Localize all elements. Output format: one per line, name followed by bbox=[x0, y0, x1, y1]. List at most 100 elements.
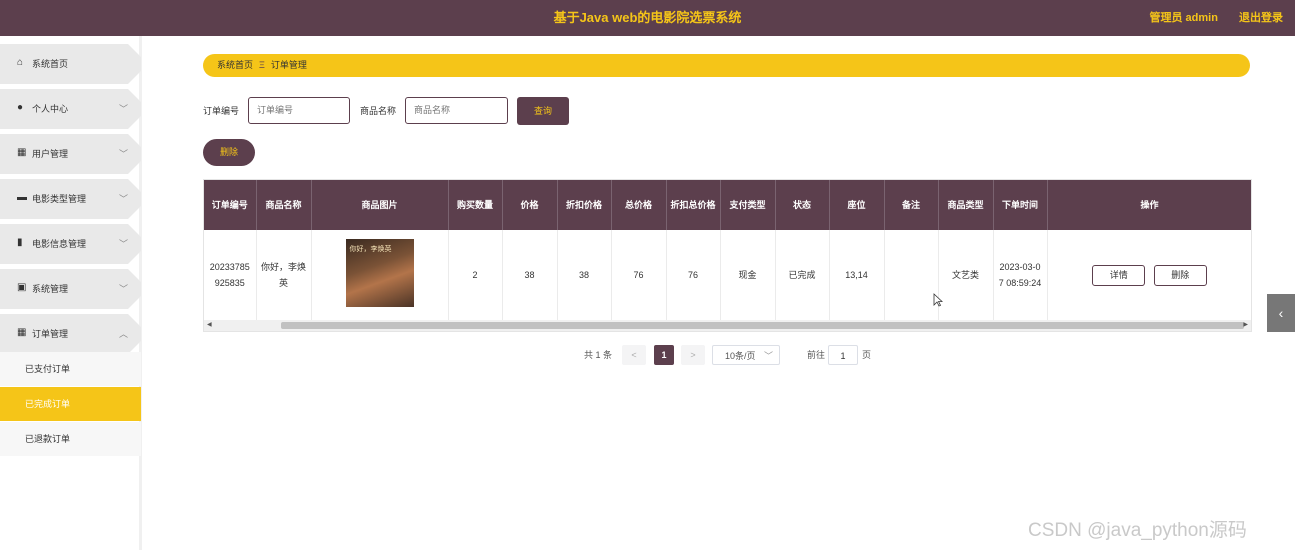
sidebar-item-label: 用户管理 bbox=[32, 149, 69, 159]
mouse-cursor-icon bbox=[933, 293, 943, 307]
prev-page-button[interactable]: < bbox=[622, 345, 646, 365]
sidebar-item-personal-center[interactable]: ● 个人中心 ﹀ bbox=[0, 89, 141, 129]
sidebar-item-label: 个人中心 bbox=[32, 104, 69, 114]
collapse-panel-button[interactable]: ‹ bbox=[1267, 294, 1295, 332]
sidebar: ⌂ 系统首页 ● 个人中心 ﹀ ▦ 用户管理 ﹀ ▬ 电影类型管理 ﹀ ▮ 电影… bbox=[0, 36, 142, 550]
detail-button[interactable]: 详情 bbox=[1092, 264, 1146, 286]
col-header: 商品名称 bbox=[256, 180, 312, 230]
col-header: 备注 bbox=[884, 180, 939, 230]
breadcrumb-separator-icon: Ξ bbox=[259, 60, 265, 70]
breadcrumb: 系统首页 Ξ 订单管理 bbox=[203, 54, 1250, 77]
sidebar-item-home[interactable]: ⌂ 系统首页 bbox=[0, 44, 141, 84]
sidebar-item-system[interactable]: ▣ 系统管理 ﹀ bbox=[0, 269, 141, 309]
sidebar-item-label: 订单管理 bbox=[32, 329, 69, 339]
cell-order-no: 20233785925835 bbox=[204, 230, 257, 320]
watermark: CSDN @java_python源码 bbox=[1028, 520, 1247, 541]
product-name-input[interactable] bbox=[414, 105, 499, 115]
table-row: 20233785925835 你好，李焕英 你好，李焕英 2 38 38 76 … bbox=[204, 230, 1251, 320]
scrollbar-thumb[interactable] bbox=[281, 322, 1244, 329]
col-header: 总价格 bbox=[611, 180, 667, 230]
chevron-down-icon: ﹀ bbox=[119, 284, 129, 294]
orders-table: 订单编号 商品名称 商品图片 购买数量 价格 折扣价格 总价格 折扣总价格 支付… bbox=[203, 179, 1252, 332]
user-icon: ● bbox=[17, 102, 24, 113]
page-size-select[interactable]: 10条/页 ﹀ bbox=[712, 345, 780, 365]
goto-suffix: 页 bbox=[862, 350, 872, 360]
cell-product-image: 你好，李焕英 bbox=[311, 230, 449, 320]
col-header: 购买数量 bbox=[448, 180, 503, 230]
cell-product-name: 你好，李焕英 bbox=[256, 230, 312, 320]
product-name-label: 商品名称 bbox=[360, 106, 397, 116]
logout-link[interactable]: 退出登录 bbox=[1239, 12, 1283, 24]
chevron-up-icon: ︿ bbox=[119, 329, 129, 339]
order-number-label: 订单编号 bbox=[203, 106, 240, 116]
bar-chart-icon: ▮ bbox=[17, 237, 23, 248]
sidebar-item-label: 电影信息管理 bbox=[32, 239, 87, 249]
top-header: 基于Java web的电影院选票系统 管理员 admin 退出登录 bbox=[0, 0, 1295, 36]
sidebar-item-label: 系统首页 bbox=[32, 59, 69, 69]
scroll-left-icon[interactable]: ◀ bbox=[207, 320, 212, 331]
sidebar-subitem-refunded-orders[interactable]: 已退款订单 bbox=[0, 422, 141, 456]
poster-title: 你好，李焕英 bbox=[349, 245, 392, 253]
col-header: 订单编号 bbox=[204, 180, 257, 230]
grid-icon: ▦ bbox=[17, 147, 27, 158]
sidebar-item-movie-info[interactable]: ▮ 电影信息管理 ﹀ bbox=[0, 224, 141, 264]
col-header: 折扣总价格 bbox=[666, 180, 721, 230]
sidebar-subitem-completed-orders[interactable]: 已完成订单 bbox=[0, 387, 141, 421]
cell-order-time: 2023-03-07 08:59:24 bbox=[993, 230, 1048, 320]
page-number-current[interactable]: 1 bbox=[654, 345, 674, 365]
col-header: 状态 bbox=[775, 180, 830, 230]
horizontal-scrollbar[interactable]: ◀ ▶ bbox=[204, 320, 1251, 331]
order-number-input[interactable] bbox=[257, 105, 342, 115]
cell-actions: 详情 删除 bbox=[1047, 230, 1251, 320]
pagination-total: 共 1 条 bbox=[584, 350, 613, 360]
cell-remark bbox=[884, 230, 939, 320]
product-name-field[interactable] bbox=[405, 97, 508, 124]
cell-discount-total: 76 bbox=[666, 230, 721, 320]
col-header: 下单时间 bbox=[993, 180, 1048, 230]
breadcrumb-home[interactable]: 系统首页 bbox=[217, 60, 253, 70]
cell-status: 已完成 bbox=[775, 230, 830, 320]
next-page-button[interactable]: > bbox=[681, 345, 705, 365]
cell-product-type: 文艺类 bbox=[938, 230, 994, 320]
row-delete-button[interactable]: 删除 bbox=[1153, 264, 1207, 286]
chevron-down-icon: ﹀ bbox=[763, 351, 773, 361]
goto-label: 前往 bbox=[807, 350, 826, 360]
order-number-field[interactable] bbox=[248, 97, 350, 124]
table-header-row: 订单编号 商品名称 商品图片 购买数量 价格 折扣价格 总价格 折扣总价格 支付… bbox=[204, 180, 1251, 230]
search-button[interactable]: 查询 bbox=[517, 97, 569, 125]
cell-price: 38 bbox=[502, 230, 558, 320]
batch-delete-button[interactable]: 删除 bbox=[203, 139, 255, 166]
chevron-down-icon: ﹀ bbox=[119, 239, 129, 249]
col-header: 支付类型 bbox=[720, 180, 776, 230]
chevron-down-icon: ﹀ bbox=[119, 194, 129, 204]
home-icon: ⌂ bbox=[17, 57, 24, 68]
cell-discount-price: 38 bbox=[557, 230, 612, 320]
cell-pay-type: 现金 bbox=[720, 230, 776, 320]
scroll-right-icon[interactable]: ▶ bbox=[1243, 320, 1248, 331]
cell-seat: 13,14 bbox=[829, 230, 885, 320]
admin-user-label: 管理员 admin bbox=[1149, 12, 1218, 24]
header-user-area: 管理员 admin 退出登录 bbox=[1131, 0, 1283, 36]
movie-poster-image: 你好，李焕英 bbox=[345, 238, 414, 307]
sidebar-subitem-paid-orders[interactable]: 已支付订单 bbox=[0, 352, 141, 386]
chevron-down-icon: ﹀ bbox=[119, 104, 129, 114]
grid-icon: ▦ bbox=[17, 327, 27, 338]
chevron-down-icon: ﹀ bbox=[119, 149, 129, 159]
app-title: 基于Java web的电影院选票系统 bbox=[553, 10, 742, 25]
sidebar-item-label: 电影类型管理 bbox=[32, 194, 87, 204]
sidebar-item-orders[interactable]: ▦ 订单管理 ︿ bbox=[0, 314, 141, 354]
col-header: 座位 bbox=[829, 180, 885, 230]
cell-quantity: 2 bbox=[448, 230, 503, 320]
sidebar-item-movie-type[interactable]: ▬ 电影类型管理 ﹀ bbox=[0, 179, 141, 219]
col-header: 商品图片 bbox=[311, 180, 449, 230]
goto-page-input[interactable]: 1 bbox=[828, 345, 858, 365]
breadcrumb-current: 订单管理 bbox=[270, 60, 307, 70]
sidebar-item-user-management[interactable]: ▦ 用户管理 ﹀ bbox=[0, 134, 141, 174]
col-header: 折扣价格 bbox=[557, 180, 612, 230]
page-size-value: 10条/页 bbox=[725, 351, 756, 361]
clipboard-icon: ▣ bbox=[17, 282, 27, 293]
col-header: 操作 bbox=[1047, 180, 1251, 230]
col-header: 价格 bbox=[502, 180, 558, 230]
col-header: 商品类型 bbox=[938, 180, 994, 230]
briefcase-icon: ▬ bbox=[17, 192, 27, 203]
